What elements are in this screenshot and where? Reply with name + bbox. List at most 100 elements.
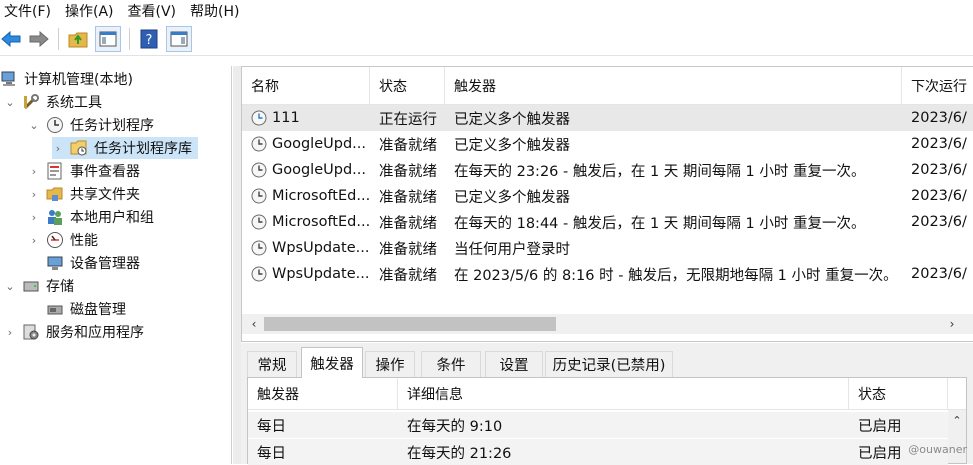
table-row[interactable]: 111 正在运行 已定义多个触发器 2023/6/	[242, 105, 973, 131]
column-header-name[interactable]: 名称	[242, 67, 370, 105]
scroll-up-icon[interactable]: ⌃	[948, 412, 966, 428]
table-row[interactable]: WpsUpdate... 准备就绪在 2023/5/6 的 8:16 时 - 触发…	[242, 261, 973, 287]
cell-trigger: 已定义多个触发器	[454, 189, 570, 206]
cell-trigger: 在每天的 23:26 - 触发后，在 1 天 期间每隔 1 小时 重复一次。	[454, 163, 866, 180]
tab-settings[interactable]: 设置	[485, 351, 543, 377]
tab-triggers[interactable]: 触发器	[301, 347, 363, 378]
tree-label: 磁盘管理	[70, 302, 126, 318]
triggers-table-header: 触发器 详细信息 状态	[248, 378, 966, 410]
tree-label: 性能	[70, 233, 98, 249]
tab-conditions[interactable]: 条件	[421, 351, 481, 377]
scroll-left-icon[interactable]: ‹	[244, 314, 264, 334]
table-row[interactable]: MicrosoftEd... 准备就绪 已定义多个触发器 2023/6/	[242, 183, 973, 209]
pane-splitter[interactable]	[233, 66, 241, 464]
chevron-down-icon[interactable]: ⌄	[4, 96, 16, 109]
clock-icon	[46, 116, 64, 134]
column-header-details[interactable]: 详细信息	[398, 378, 849, 410]
cell-name: WpsUpdate...	[272, 266, 370, 282]
triggers-tab-content: 触发器 详细信息 状态 每日 在每天的 9:10 已启用 每日 在每天的 21:26 已启…	[247, 377, 967, 465]
tree-label: 设备管理器	[70, 256, 140, 272]
tree-node-shared-folders[interactable]: › 共享文件夹	[28, 183, 140, 205]
tree-node-task-library[interactable]: › 任务计划程序库	[52, 137, 198, 159]
up-folder-icon[interactable]	[67, 28, 89, 50]
help-icon[interactable]: ?	[138, 28, 160, 50]
console-tree: 计算机管理(本地) ⌄ 系统工具 ⌄ 任务计划程序 › 任务计划程序库 › 事件…	[0, 66, 232, 464]
chevron-down-icon[interactable]: ⌄	[4, 280, 16, 293]
table-row[interactable]: GoogleUpd... 准备就绪 在每天的 23:26 - 触发后，在 1 天 期…	[242, 157, 973, 183]
cell-detail: 在每天的 21:26	[407, 445, 512, 462]
horizontal-scrollbar[interactable]: ‹ ›	[242, 314, 973, 334]
table-row[interactable]: MicrosoftEd... 准备就绪 在每天的 18:44 - 触发后，在 1 天…	[242, 209, 973, 235]
column-header-trigger[interactable]: 触发器	[445, 67, 902, 105]
column-header-status[interactable]: 状态	[370, 67, 445, 105]
scrollbar-thumb[interactable]	[264, 317, 556, 331]
tab-general[interactable]: 常规	[247, 351, 297, 377]
cell-detail: 在每天的 9:10	[407, 418, 503, 435]
chevron-right-icon[interactable]: ›	[28, 234, 40, 247]
tree-label: 任务计划程序库	[94, 141, 192, 157]
tree-label: 系统工具	[46, 95, 102, 111]
tree-node-system-tools[interactable]: ⌄ 系统工具	[4, 91, 102, 113]
back-arrow-icon[interactable]	[0, 28, 22, 50]
cell-status: 准备就绪	[379, 137, 437, 154]
cell-status: 已启用	[858, 418, 902, 435]
toolbar-separator	[58, 27, 59, 50]
tree-label: 服务和应用程序	[46, 325, 144, 341]
tree-node-computer-management[interactable]: 计算机管理(本地)	[0, 68, 133, 90]
cell-name: WpsUpdate...	[272, 240, 370, 256]
tab-actions[interactable]: 操作	[365, 351, 415, 377]
tree-node-event-viewer[interactable]: › 事件查看器	[28, 160, 140, 182]
tree-label: 事件查看器	[70, 164, 140, 180]
cell-trigger: 已定义多个触发器	[454, 111, 570, 128]
table-row[interactable]: 每日 在每天的 21:26 已启用	[248, 439, 948, 465]
tree-node-disk-management[interactable]: 磁盘管理	[46, 298, 126, 320]
table-row[interactable]: WpsUpdate... 准备就绪 当任何用户登录时	[242, 235, 973, 261]
tree-node-local-users[interactable]: › 本地用户和组	[28, 206, 154, 228]
system-tools-icon	[22, 93, 40, 111]
scroll-right-icon[interactable]: ›	[942, 314, 962, 334]
cell-name: GoogleUpd...	[272, 136, 366, 152]
tree-label: 存储	[46, 279, 74, 295]
chevron-right-icon[interactable]: ›	[4, 326, 16, 339]
menu-help[interactable]: 帮助(H)	[186, 1, 249, 21]
forward-arrow-icon[interactable]	[28, 28, 50, 50]
tree-node-performance[interactable]: › 性能	[28, 229, 98, 251]
cell-status: 正在运行	[379, 111, 437, 128]
chevron-right-icon[interactable]: ›	[28, 211, 40, 224]
event-viewer-icon	[46, 162, 64, 180]
cell-trigger: 每日	[257, 445, 286, 462]
storage-icon	[22, 277, 40, 295]
cell-trigger: 每日	[257, 418, 286, 435]
cell-status: 准备就绪	[379, 215, 437, 232]
watermark: @ouwaner	[908, 443, 967, 456]
cell-next: 2023/6/	[911, 110, 967, 126]
column-header-next-run[interactable]: 下次运行	[902, 67, 973, 105]
cell-status: 准备就绪	[379, 163, 437, 180]
chevron-right-icon[interactable]: ›	[28, 165, 40, 178]
services-icon	[22, 323, 40, 341]
chevron-down-icon[interactable]: ⌄	[28, 119, 40, 132]
chevron-right-icon[interactable]: ›	[28, 188, 40, 201]
table-row[interactable]: GoogleUpd... 准备就绪 已定义多个触发器 2023/6/	[242, 131, 973, 157]
column-header-status[interactable]: 状态	[849, 378, 948, 410]
table-row[interactable]: 每日 在每天的 9:10 已启用	[248, 412, 948, 438]
cell-trigger: 在每天的 18:44 - 触发后，在 1 天 期间每隔 1 小时 重复一次。	[454, 215, 866, 232]
cell-status: 准备就绪	[379, 189, 437, 206]
show-hide-console-tree-icon[interactable]	[95, 25, 121, 52]
cell-next: 2023/6/	[911, 188, 967, 204]
tab-history[interactable]: 历史记录(已禁用)	[545, 351, 673, 377]
chevron-right-icon[interactable]: ›	[52, 142, 64, 155]
task-detail-panel: 常规 触发器 操作 条件 设置 历史记录(已禁用) 触发器 详细信息 状态 每日…	[241, 343, 973, 465]
tree-node-task-scheduler[interactable]: ⌄ 任务计划程序	[28, 114, 154, 136]
menu-file[interactable]: 文件(F)	[0, 1, 61, 21]
menu-action[interactable]: 操作(A)	[61, 1, 124, 21]
cell-name: GoogleUpd...	[272, 162, 366, 178]
tree-label: 共享文件夹	[70, 187, 140, 203]
column-header-trigger[interactable]: 触发器	[248, 378, 398, 410]
disk-management-icon	[46, 300, 64, 318]
tree-node-services-apps[interactable]: › 服务和应用程序	[4, 321, 144, 343]
menu-view[interactable]: 查看(V)	[124, 1, 187, 21]
tree-node-device-manager[interactable]: 设备管理器	[46, 252, 140, 274]
show-hide-action-pane-icon[interactable]	[166, 25, 192, 52]
tree-node-storage[interactable]: ⌄ 存储	[4, 275, 74, 297]
